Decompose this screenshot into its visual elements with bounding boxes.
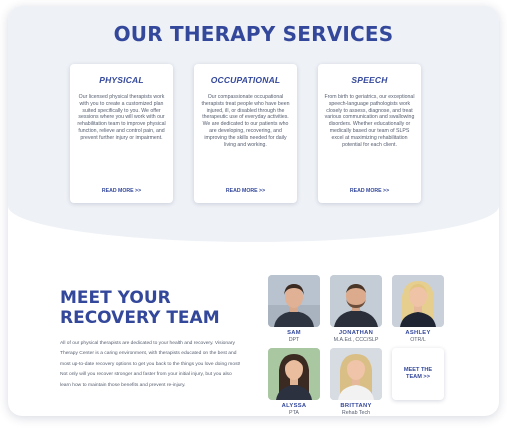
team-member-photo bbox=[392, 275, 444, 327]
team-member-photo bbox=[330, 348, 382, 400]
team-member-role: M.A.Ed., CCC/SLP bbox=[333, 337, 379, 343]
team-member-role: PTA bbox=[289, 410, 299, 416]
team-heading-line1: MEET YOUR bbox=[60, 288, 171, 308]
service-card-description: Our compassionate occupational therapist… bbox=[201, 94, 290, 148]
person-photo-icon bbox=[268, 348, 320, 400]
team-member-photo bbox=[268, 348, 320, 400]
team-member-brittany[interactable]: BRITTANY Rehab Tech bbox=[330, 348, 382, 416]
read-more-link[interactable]: READ MORE >> bbox=[70, 188, 173, 194]
team-member-role: DPT bbox=[288, 337, 300, 343]
team-member-alyssa[interactable]: ALYSSA PTA bbox=[268, 348, 320, 416]
team-member-photo bbox=[330, 275, 382, 327]
service-card-title: PHYSICAL bbox=[99, 75, 144, 85]
page-frame: OUR THERAPY SERVICES PHYSICAL Our licens… bbox=[8, 6, 499, 416]
team-member-name: ASHLEY bbox=[405, 330, 431, 336]
service-card-title: SPEECH bbox=[351, 75, 388, 85]
read-more-link[interactable]: READ MORE >> bbox=[194, 188, 297, 194]
team-member-name: BRITTANY bbox=[340, 403, 372, 409]
team-heading: MEET YOUR RECOVERY TEAM bbox=[60, 288, 250, 328]
service-card-description: From birth to geriatrics, our exceptiona… bbox=[324, 94, 415, 148]
team-heading-line2: RECOVERY TEAM bbox=[60, 308, 220, 328]
team-member-name: SAM bbox=[287, 330, 301, 336]
service-card-speech: SPEECH From birth to geriatrics, our exc… bbox=[318, 64, 421, 203]
services-title: OUR THERAPY SERVICES bbox=[113, 22, 394, 46]
team-member-sam[interactable]: SAM DPT bbox=[268, 275, 320, 343]
person-photo-icon bbox=[268, 275, 320, 327]
team-member-role: Rehab Tech bbox=[341, 410, 371, 416]
team-member-ashley[interactable]: ASHLEY OTR/L bbox=[392, 275, 444, 343]
team-description: All of our physical therapists are dedic… bbox=[60, 341, 241, 388]
service-card-physical: PHYSICAL Our licensed physical therapist… bbox=[70, 64, 173, 203]
team-member-name: JONATHAN bbox=[338, 330, 374, 336]
team-member-role: OTR/L bbox=[410, 337, 426, 343]
read-more-link[interactable]: READ MORE >> bbox=[318, 188, 421, 194]
team-member-photo bbox=[268, 275, 320, 327]
meet-the-team-button[interactable]: MEET THE TEAM >> bbox=[392, 348, 444, 400]
person-photo-icon bbox=[392, 275, 444, 327]
service-card-description: Our licensed physical therapists work wi… bbox=[77, 94, 166, 141]
person-photo-icon bbox=[330, 348, 382, 400]
team-member-jonathan[interactable]: JONATHAN M.A.Ed., CCC/SLP bbox=[330, 275, 382, 343]
person-photo-icon bbox=[330, 275, 382, 327]
service-card-occupational: OCCUPATIONAL Our compassionate occupatio… bbox=[194, 64, 297, 203]
team-member-name: ALYSSA bbox=[281, 403, 307, 409]
service-card-title: OCCUPATIONAL bbox=[210, 75, 281, 85]
